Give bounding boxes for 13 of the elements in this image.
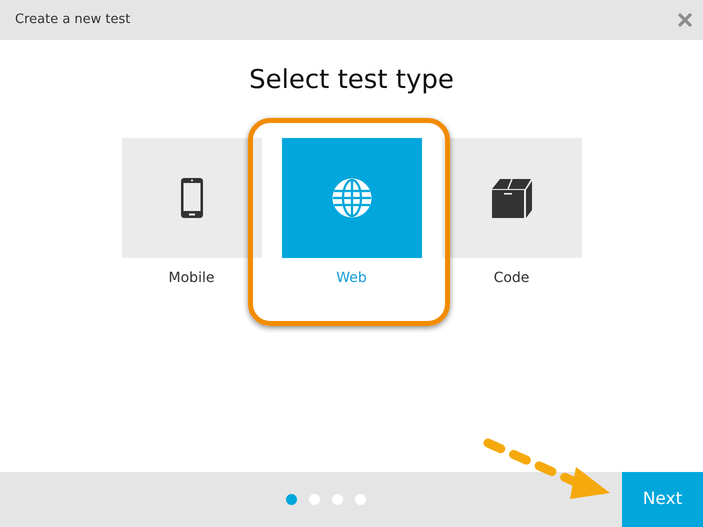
test-type-label: Code bbox=[494, 269, 530, 288]
smartphone-icon bbox=[180, 177, 204, 219]
window-title: Create a new test bbox=[15, 11, 130, 30]
next-button[interactable]: Next bbox=[622, 472, 703, 527]
dialog-heading: Select test type bbox=[249, 64, 454, 97]
test-type-tile[interactable] bbox=[282, 138, 422, 258]
test-type-label: Mobile bbox=[168, 269, 214, 288]
globe-icon bbox=[330, 177, 372, 219]
close-icon[interactable] bbox=[678, 13, 692, 27]
box-icon bbox=[490, 177, 532, 219]
test-type-tile[interactable] bbox=[442, 138, 582, 258]
test-type-tile[interactable] bbox=[122, 138, 262, 258]
test-type-label: Web bbox=[336, 269, 367, 288]
